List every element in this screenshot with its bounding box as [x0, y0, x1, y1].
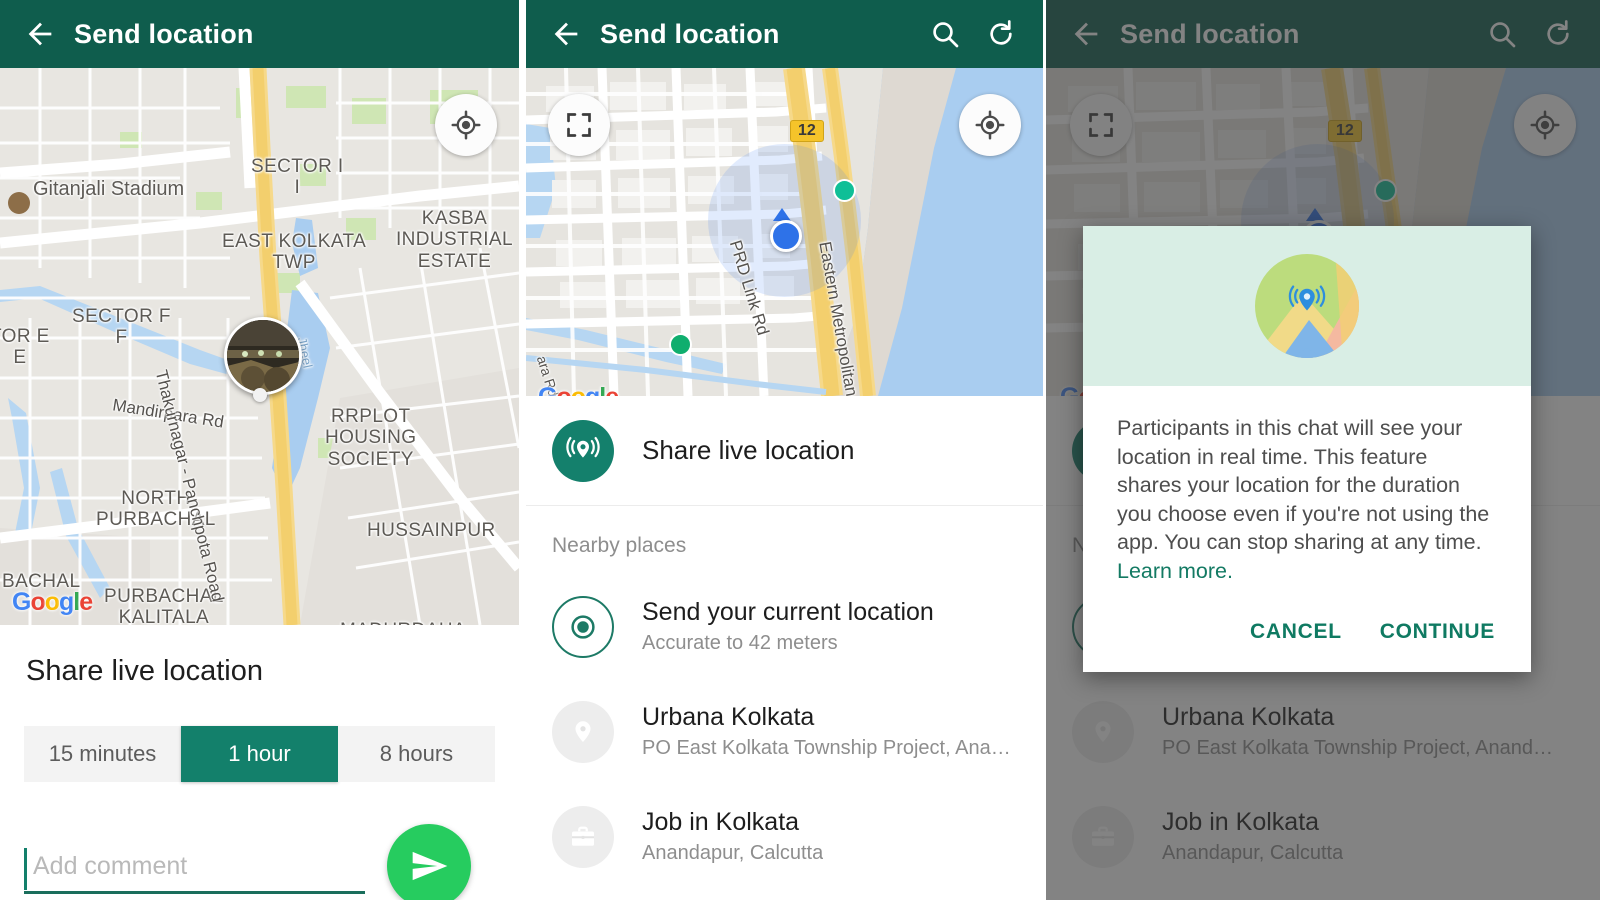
app-bar-panel2: Send location: [526, 0, 1043, 68]
comment-input-wrapper[interactable]: Add comment: [24, 848, 365, 894]
continue-button[interactable]: CONTINUE: [1380, 620, 1495, 644]
place-row-urbana-kolkata[interactable]: Urbana Kolkata PO East Kolkata Township …: [526, 679, 1043, 784]
row-title: Job in Kolkata: [642, 808, 800, 836]
dialog-illustration: [1083, 226, 1531, 386]
row-title: Share live location: [642, 435, 855, 465]
duration-segmented-control: 15 minutes 1 hour 8 hours: [24, 726, 495, 782]
dialog-actions: CANCEL CONTINUE: [1083, 586, 1531, 672]
places-list: Share live location Nearby places Send y…: [526, 396, 1043, 900]
duration-option-8-hours[interactable]: 8 hours: [338, 726, 495, 782]
sheet-heading: Share live location: [26, 655, 263, 687]
share-live-location-sheet: Share live location 15 minutes 1 hour 8 …: [0, 625, 519, 900]
place-text: Urbana Kolkata PO East Kolkata Township …: [642, 703, 1017, 760]
share-live-location-text: Share live location: [642, 435, 854, 466]
dialog-body-text: Participants in this chat will see your …: [1117, 416, 1490, 555]
fullscreen-icon[interactable]: [548, 94, 610, 156]
dialog-body: Participants in this chat will see your …: [1083, 386, 1531, 586]
panel-nearby-places: Send location 12 PRD Link Rd Eastern Met…: [526, 0, 1043, 900]
poi-marker: [8, 192, 30, 214]
nearby-places-label: Nearby places: [552, 534, 687, 557]
google-watermark: Google: [12, 588, 93, 616]
place-row-job-in-kolkata[interactable]: Job in Kolkata Anandapur, Calcutta: [526, 784, 1043, 889]
row-subtitle: Accurate to 42 meters: [642, 632, 838, 654]
highway-shield: 12: [790, 120, 824, 142]
panel-divider: [519, 0, 526, 900]
place-text: Send your current location Accurate to 4…: [642, 598, 934, 655]
my-location-icon[interactable]: [435, 94, 497, 156]
share-live-location-row[interactable]: Share live location: [526, 396, 1043, 506]
marker-stem: [253, 388, 267, 402]
row-subtitle: Anandapur, Calcutta: [642, 842, 824, 864]
live-location-illustration: [1255, 254, 1359, 358]
current-location-dot: [770, 220, 802, 252]
page-title: Send location: [600, 18, 780, 49]
place-row-current-location[interactable]: Send your current location Accurate to 4…: [526, 574, 1043, 679]
map-view-panel1[interactable]: Gitanjali Stadium SECTOR II EAST KOLKATA…: [0, 68, 519, 625]
comment-row: Add comment: [24, 824, 495, 900]
text-caret: [24, 848, 27, 890]
row-title: Send your current location: [642, 598, 934, 626]
poi-dot[interactable]: [833, 179, 856, 202]
current-location-target-icon: [552, 595, 614, 658]
live-location-confirm-dialog: Participants in this chat will see your …: [1083, 226, 1531, 672]
three-panel-screenshot: Send location Gitanjali Stadium SECTOR I…: [0, 0, 1600, 900]
map-pin-icon: [552, 700, 614, 763]
panel-live-location-dialog: Send location: [1046, 0, 1600, 900]
my-location-icon[interactable]: [959, 94, 1021, 156]
briefcase-icon: [552, 805, 614, 868]
comment-input[interactable]: Add comment: [24, 852, 365, 881]
map-view-panel2[interactable]: 12 PRD Link Rd Eastern Metropolitan Bypa…: [526, 68, 1043, 396]
panel-share-live-location: Send location Gitanjali Stadium SECTOR I…: [0, 0, 519, 900]
back-arrow-icon[interactable]: [540, 8, 592, 60]
send-icon: [412, 851, 448, 881]
back-arrow-icon[interactable]: [14, 8, 66, 60]
learn-more-link[interactable]: Learn more.: [1117, 559, 1233, 583]
avatar-marker[interactable]: [224, 317, 302, 395]
row-subtitle: PO East Kolkata Township Project, Ananda…: [642, 737, 1017, 759]
search-icon[interactable]: [917, 6, 973, 62]
place-text: Job in Kolkata Anandapur, Calcutta: [642, 808, 823, 865]
heading-arrow-icon: [773, 208, 791, 221]
app-bar-panel1: Send location: [0, 0, 519, 68]
send-button[interactable]: [387, 824, 471, 900]
poi-dot[interactable]: [669, 333, 692, 356]
cancel-button[interactable]: CANCEL: [1250, 620, 1342, 644]
duration-option-15-minutes[interactable]: 15 minutes: [24, 726, 181, 782]
page-title: Send location: [74, 18, 254, 49]
share-live-location-icon: [552, 419, 614, 482]
google-watermark: Google: [538, 383, 619, 396]
refresh-icon[interactable]: [973, 6, 1029, 62]
duration-option-1-hour[interactable]: 1 hour: [181, 726, 338, 782]
row-title: Urbana Kolkata: [642, 703, 815, 731]
